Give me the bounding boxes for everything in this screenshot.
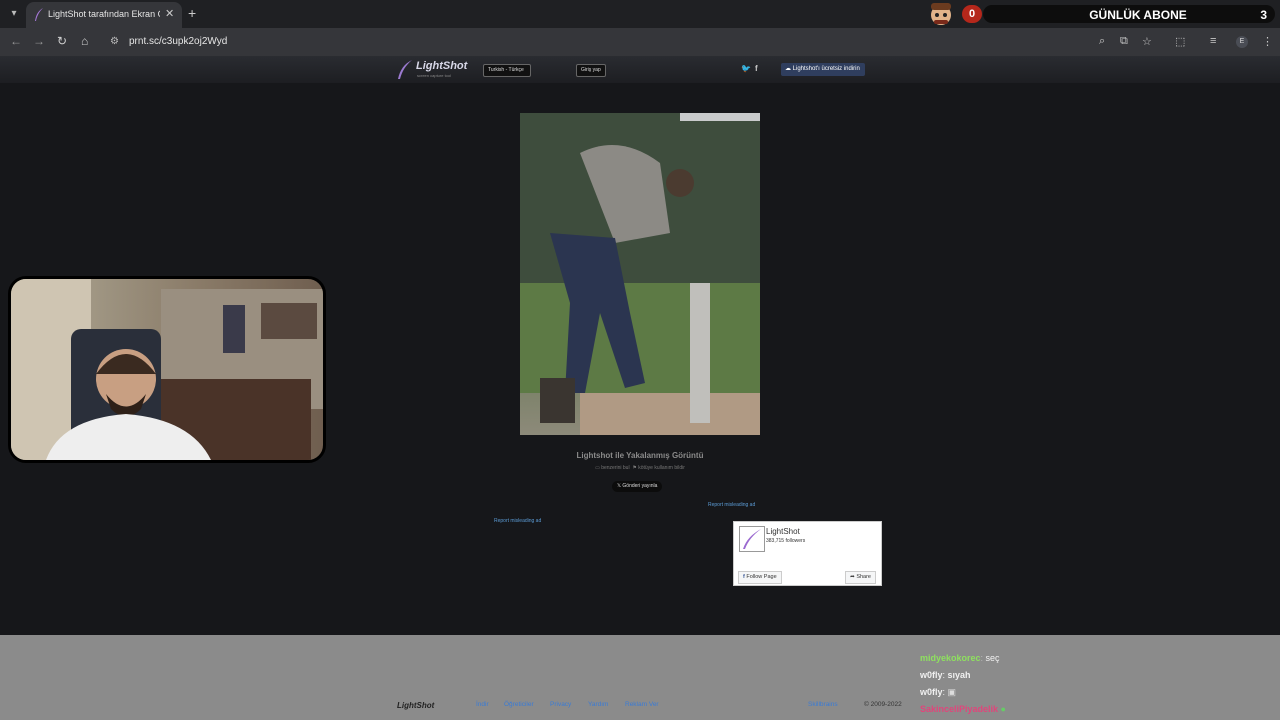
lightshot-feather-icon xyxy=(35,8,43,21)
facebook-icon[interactable]: f xyxy=(755,64,758,73)
find-similar-link[interactable]: benzerini bul xyxy=(601,465,629,471)
facebook-followers: 383,715 followers xyxy=(766,538,806,544)
daily-subs-count: 3 xyxy=(1260,8,1267,22)
report-misleading-ad-link[interactable]: Report misleading ad xyxy=(494,518,541,524)
chat-username: w0fly xyxy=(920,670,943,680)
forward-arrow-icon[interactable]: → xyxy=(33,34,45,48)
lightshot-logo-text[interactable]: LightShot xyxy=(416,60,467,72)
browser-tab-bar: ▾ LightShot tarafından Ekran Görüntüsü ✕… xyxy=(0,0,1280,28)
menu-kebab-icon[interactable]: ⋮ xyxy=(1262,35,1273,48)
screenshot-image[interactable] xyxy=(520,113,760,435)
footer-logo[interactable]: LightShot xyxy=(397,701,434,710)
footer-link-help[interactable]: Yardım xyxy=(588,701,608,708)
chat-username: SakinceliPiyadelik xyxy=(920,704,999,714)
follow-page-label: Follow Page xyxy=(746,574,777,580)
tweet-button[interactable]: 𝕏 Gönderi yayınla xyxy=(612,481,663,492)
chat-message: w0fly: sıyah xyxy=(920,670,971,680)
report-abuse-link[interactable]: kötüye kullanım bildir xyxy=(638,465,685,471)
lightshot-feather-logo-icon[interactable] xyxy=(397,60,413,80)
daily-subs-label: GÜNLÜK ABONE xyxy=(1089,8,1187,22)
subscriber-count-badge: 0 xyxy=(962,5,982,23)
download-label: Lightshot'ı ücretsiz indirin xyxy=(792,66,860,72)
twitter-icon[interactable]: 🐦 xyxy=(741,64,751,73)
page-footer: LightShot İndir Öğreticiler Privacy Yard… xyxy=(0,635,1280,720)
footer-copyright: © 2009-2022 xyxy=(864,701,902,708)
facebook-page-widget: LightShot 383,715 followers f Follow Pag… xyxy=(733,521,882,586)
browser-tab[interactable]: LightShot tarafından Ekran Görüntüsü ✕ xyxy=(26,2,182,28)
chat-text: sıyah xyxy=(947,670,971,680)
new-tab-plus-icon[interactable]: + xyxy=(188,5,196,21)
tab-title: LightShot tarafından Ekran Görüntüsü xyxy=(48,9,160,19)
facebook-page-name[interactable]: LightShot xyxy=(766,527,800,536)
footer-link-skillbrains[interactable]: Skillbrains xyxy=(808,701,838,708)
footer-link-download[interactable]: İndir xyxy=(476,701,489,708)
share-label: Share xyxy=(856,574,871,580)
webcam-overlay xyxy=(8,276,326,463)
close-icon[interactable]: ✕ xyxy=(165,7,174,20)
follow-page-button[interactable]: f Follow Page xyxy=(738,571,782,584)
chat-message: midyekokorec: seç xyxy=(920,653,1000,663)
media-control-icon[interactable]: ≡ xyxy=(1210,35,1216,47)
zoom-icon[interactable]: ⌕ xyxy=(1099,35,1105,48)
emote-icon: ● xyxy=(998,704,1006,714)
footer-link-advertise[interactable]: Reklam Ver xyxy=(625,701,659,708)
lightshot-page-avatar[interactable] xyxy=(739,526,765,552)
lightshot-tagline: screen capture tool xyxy=(417,73,452,78)
webcam-streamer-video xyxy=(11,279,323,460)
caption-links: ▭ benzerini bul ⚑ kötüye kullanım bildir xyxy=(520,465,760,471)
caption-title: Lightshot ile Yakalanmış Görüntü xyxy=(576,451,704,460)
chat-text: seç xyxy=(985,653,1000,663)
lightshot-header: LightShot screen capture tool Turkish - … xyxy=(0,56,1280,83)
extensions-icon[interactable]: ⬚ xyxy=(1175,35,1185,48)
daily-subscriber-overlay: 0 GÜNLÜK ABONE 3 xyxy=(925,0,1280,28)
home-icon[interactable]: ⌂ xyxy=(81,34,88,48)
cloud-download-icon: ☁ xyxy=(785,66,793,72)
emote-icon: ▣ xyxy=(947,687,957,697)
chat-username: w0fly xyxy=(920,687,943,697)
download-button[interactable]: ☁ Lightshot'ı ücretsiz indirin xyxy=(781,63,865,76)
url-text[interactable]: prnt.sc/c3upk2oj2Wyd xyxy=(129,36,227,47)
footer-link-tutorials[interactable]: Öğreticiler xyxy=(504,701,534,708)
language-select[interactable]: Turkish - Türkçe xyxy=(483,64,531,77)
address-bar[interactable]: ⚙ prnt.sc/c3upk2oj2Wyd xyxy=(104,31,1200,53)
subscriber-progress-bar: GÜNLÜK ABONE 3 xyxy=(983,5,1275,23)
share-button[interactable]: ➦ Share xyxy=(845,571,876,584)
site-info-icon[interactable]: ⚙ xyxy=(110,36,119,47)
login-button[interactable]: Giriş yap xyxy=(576,64,606,77)
tab-search-chevron-icon[interactable]: ▾ xyxy=(6,6,22,22)
tweet-label: Gönderi yayınla xyxy=(622,483,658,489)
chat-message: w0fly: ▣ xyxy=(920,687,956,698)
install-app-icon[interactable]: ⧉ xyxy=(1120,35,1128,48)
footer-link-privacy[interactable]: Privacy xyxy=(550,701,571,708)
reload-icon[interactable]: ↻ xyxy=(57,34,67,48)
profile-avatar[interactable]: E xyxy=(1236,36,1248,48)
chat-message: SakinceliPiyadelik ● xyxy=(920,704,1006,714)
report-misleading-ad-link[interactable]: Report misleading ad xyxy=(708,502,755,508)
cartoon-mascot-icon xyxy=(931,3,951,25)
photo-man-in-garden xyxy=(520,113,760,435)
bookmark-star-icon[interactable]: ☆ xyxy=(1142,35,1152,48)
back-arrow-icon[interactable]: ← xyxy=(10,34,22,48)
chat-username: midyekokorec xyxy=(920,653,981,663)
browser-toolbar: ← → ↻ ⌂ ⚙ prnt.sc/c3upk2oj2Wyd ⌕ ⧉ ☆ ⬚ ≡… xyxy=(0,28,1280,56)
